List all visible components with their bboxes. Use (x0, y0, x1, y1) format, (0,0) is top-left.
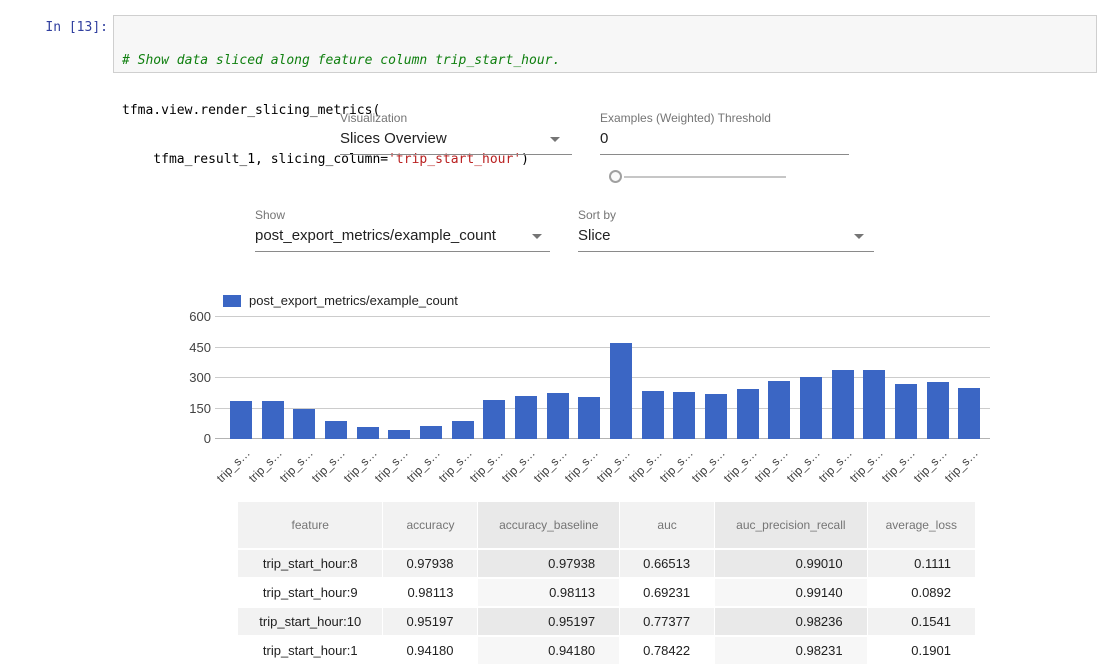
y-axis-label: 0 (185, 431, 211, 446)
table-header-row: featureaccuracyaccuracy_baselineaucauc_p… (238, 502, 975, 548)
table-row: trip_start_hour:80.979380.979380.665130.… (238, 550, 975, 577)
feature-cell: trip_start_hour:9 (238, 579, 382, 606)
bar[interactable] (483, 400, 505, 439)
metric-cell: 0.78422 (620, 637, 714, 664)
bar[interactable] (863, 370, 885, 439)
bar[interactable] (515, 396, 537, 439)
input-prompt: In [13]: (18, 20, 108, 35)
y-axis-label: 450 (185, 340, 211, 355)
metric-cell: 0.94180 (478, 637, 619, 664)
metric-cell: 0.1901 (868, 637, 975, 664)
bar[interactable] (578, 397, 600, 439)
y-axis-label: 300 (185, 370, 211, 385)
bar[interactable] (642, 391, 664, 439)
column-header[interactable]: accuracy (383, 502, 477, 548)
table-row: trip_start_hour:90.981130.981130.692310.… (238, 579, 975, 606)
threshold-label: Examples (Weighted) Threshold (600, 111, 849, 125)
legend-label: post_export_metrics/example_count (249, 293, 458, 308)
metric-cell: 0.98113 (478, 579, 619, 606)
metrics-table-wrapper: featureaccuracyaccuracy_baselineaucauc_p… (237, 500, 976, 668)
threshold-input[interactable]: 0 (600, 130, 849, 155)
column-header[interactable]: auc (620, 502, 714, 548)
bar[interactable] (293, 409, 315, 439)
show-dropdown[interactable]: Show post_export_metrics/example_count (255, 208, 550, 252)
bar[interactable] (610, 343, 632, 439)
column-header[interactable]: accuracy_baseline (478, 502, 619, 548)
metric-cell: 0.1541 (868, 608, 975, 635)
metric-cell: 0.95197 (383, 608, 477, 635)
bar[interactable] (800, 377, 822, 439)
bar[interactable] (357, 427, 379, 439)
bar[interactable] (388, 430, 410, 439)
chevron-down-icon[interactable] (532, 234, 542, 239)
column-header[interactable]: auc_precision_recall (715, 502, 867, 548)
metric-cell: 0.95197 (478, 608, 619, 635)
threshold-field[interactable]: Examples (Weighted) Threshold 0 (600, 111, 849, 155)
metric-cell: 0.97938 (383, 550, 477, 577)
bar[interactable] (230, 401, 252, 439)
table-row: trip_start_hour:10.941800.941800.784220.… (238, 637, 975, 664)
code-comment: # Show data sliced along feature column … (122, 53, 1088, 70)
metrics-table: featureaccuracyaccuracy_baselineaucauc_p… (237, 500, 976, 666)
metric-cell: 0.69231 (620, 579, 714, 606)
bar[interactable] (547, 393, 569, 439)
bar[interactable] (832, 370, 854, 439)
metric-cell: 0.94180 (383, 637, 477, 664)
table-row: trip_start_hour:100.951970.951970.773770… (238, 608, 975, 635)
metric-cell: 0.99140 (715, 579, 867, 606)
visualization-label: Visualization (340, 111, 572, 125)
bar[interactable] (452, 421, 474, 439)
gridline (215, 316, 990, 317)
bar[interactable] (895, 384, 917, 439)
metric-cell: 0.98113 (383, 579, 477, 606)
chevron-down-icon[interactable] (854, 234, 864, 239)
bar[interactable] (927, 382, 949, 439)
feature-cell: trip_start_hour:1 (238, 637, 382, 664)
metric-cell: 0.0892 (868, 579, 975, 606)
gridline (215, 347, 990, 348)
show-label: Show (255, 208, 550, 222)
bar[interactable] (705, 394, 727, 439)
threshold-slider[interactable] (609, 170, 786, 184)
column-header[interactable]: feature (238, 502, 382, 548)
bar[interactable] (420, 426, 442, 439)
slider-knob[interactable] (609, 170, 622, 183)
metric-cell: 0.66513 (620, 550, 714, 577)
bar[interactable] (325, 421, 347, 439)
metric-cell: 0.77377 (620, 608, 714, 635)
bar[interactable] (958, 388, 980, 439)
bar[interactable] (768, 381, 790, 439)
chart-legend: post_export_metrics/example_count (223, 293, 458, 308)
visualization-dropdown[interactable]: Visualization Slices Overview (340, 111, 572, 155)
feature-cell: trip_start_hour:10 (238, 608, 382, 635)
sort-by-dropdown[interactable]: Sort by Slice (578, 208, 874, 252)
sort-by-label: Sort by (578, 208, 874, 222)
sort-by-value: Slice (578, 227, 874, 252)
show-value: post_export_metrics/example_count (255, 227, 550, 252)
metric-cell: 0.97938 (478, 550, 619, 577)
bar-plot (215, 316, 990, 439)
slices-chart: post_export_metrics/example_count 0 150 30… (185, 288, 1000, 483)
bar[interactable] (262, 401, 284, 439)
y-axis-label: 150 (185, 401, 211, 416)
metric-cell: 0.1111 (868, 550, 975, 577)
metric-cell: 0.98236 (715, 608, 867, 635)
column-header[interactable]: average_loss (868, 502, 975, 548)
metric-cell: 0.98231 (715, 637, 867, 664)
legend-swatch-icon (223, 295, 241, 307)
metric-cell: 0.99010 (715, 550, 867, 577)
y-axis-label: 600 (185, 309, 211, 324)
bar[interactable] (673, 392, 695, 439)
feature-cell: trip_start_hour:8 (238, 550, 382, 577)
slider-track[interactable] (624, 176, 786, 178)
visualization-value: Slices Overview (340, 130, 572, 155)
chevron-down-icon[interactable] (550, 137, 560, 142)
bar[interactable] (737, 389, 759, 439)
code-editor[interactable]: # Show data sliced along feature column … (113, 15, 1097, 73)
